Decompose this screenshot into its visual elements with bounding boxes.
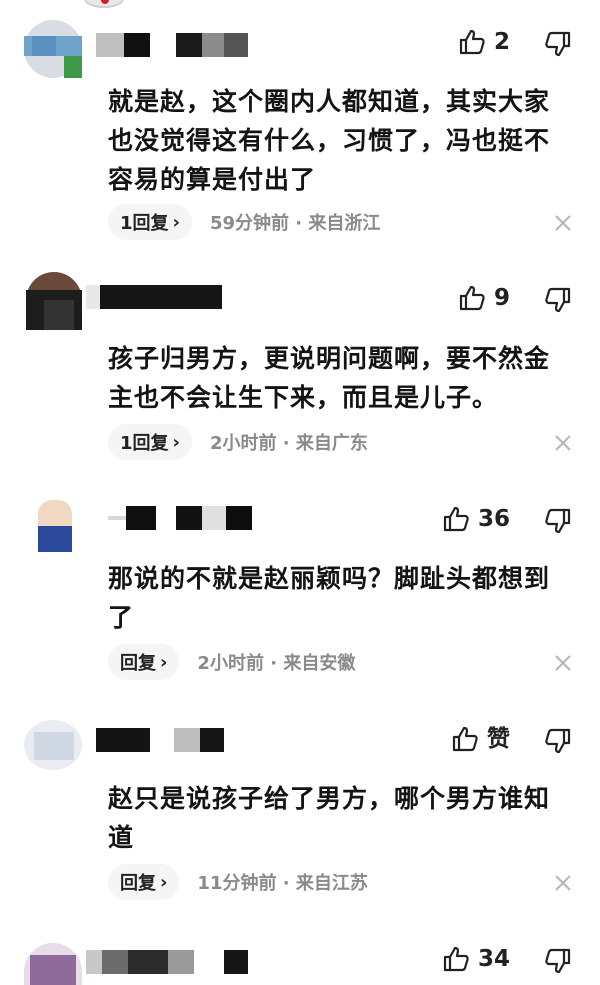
reply-label: 1回复 <box>120 213 169 234</box>
like-count: 2 <box>493 28 510 55</box>
like-button[interactable]: 2 <box>458 28 510 56</box>
avatar[interactable] <box>24 20 82 78</box>
like-count: 34 <box>477 945 510 972</box>
username-blurred[interactable] <box>86 950 248 974</box>
comment-meta: 1回复 › 2小时前 · 来自广东 <box>108 424 368 460</box>
reply-button[interactable]: 回复 › <box>108 644 180 680</box>
avatar[interactable] <box>24 935 82 985</box>
top-avatar-fragment <box>84 0 124 8</box>
close-icon[interactable] <box>553 213 573 233</box>
like-count: 9 <box>493 284 510 311</box>
chevron-right-icon: › <box>172 431 180 453</box>
thumbs-up-icon <box>459 29 485 55</box>
username-blurred[interactable] <box>86 285 228 309</box>
comment-time-location: 11分钟前 · 来自江苏 <box>197 873 368 894</box>
like-count: 36 <box>477 505 510 532</box>
avatar[interactable] <box>24 272 82 330</box>
chevron-right-icon: › <box>172 211 180 233</box>
comment-meta: 回复 › 2小时前 · 来自安徽 <box>108 644 355 680</box>
thumbs-up-icon <box>443 506 469 532</box>
dislike-button[interactable] <box>544 947 572 975</box>
comment-time-location: 59分钟前 · 来自浙江 <box>209 213 381 234</box>
comment-text: 孩子归男方，更说明问题啊，要不然金主也不会让生下来，而且是儿子。 <box>108 344 551 412</box>
like-count: 赞 <box>487 725 510 752</box>
avatar[interactable] <box>24 500 82 558</box>
thumbs-down-icon <box>545 287 571 313</box>
close-icon[interactable] <box>553 873 573 893</box>
thumbs-down-icon <box>545 728 571 754</box>
comment-text: 那说的不就是赵丽颖吗？脚趾头都想到了 <box>108 564 551 632</box>
username-blurred[interactable] <box>96 728 224 752</box>
comment-text: 赵只是说孩子给了男方，哪个男方谁知道 <box>108 784 551 852</box>
like-button[interactable]: 36 <box>442 505 510 533</box>
username-blurred[interactable] <box>108 506 252 530</box>
comment-meta: 回复 › 11分钟前 · 来自江苏 <box>108 864 368 900</box>
reply-label: 回复 <box>120 873 156 894</box>
comment-time-location: 2小时前 · 来自广东 <box>209 433 368 454</box>
like-button[interactable]: 34 <box>442 945 510 973</box>
reply-button[interactable]: 回复 › <box>108 864 180 900</box>
thumbs-down-icon <box>545 508 571 534</box>
thumbs-up-icon <box>443 946 469 972</box>
reply-label: 回复 <box>120 653 156 674</box>
chevron-right-icon: › <box>160 651 168 673</box>
chevron-right-icon: › <box>160 871 168 893</box>
comment-text: 就是赵，这个圈内人都知道，其实大家也没觉得这有什么，习惯了，冯也挺不容易的算是付… <box>108 87 551 194</box>
thumbs-down-icon <box>545 948 571 974</box>
dislike-button[interactable] <box>544 727 572 755</box>
close-icon[interactable] <box>553 653 573 673</box>
like-button[interactable]: 赞 <box>451 725 510 753</box>
thumbs-up-icon <box>452 726 478 752</box>
dislike-button[interactable] <box>544 507 572 535</box>
close-icon[interactable] <box>553 433 573 453</box>
reply-label: 1回复 <box>120 433 169 454</box>
like-button[interactable]: 9 <box>458 284 510 312</box>
dislike-button[interactable] <box>544 30 572 58</box>
comment-meta: 1回复 › 59分钟前 · 来自浙江 <box>108 204 380 240</box>
reply-button[interactable]: 1回复 › <box>108 204 192 240</box>
comment-time-location: 2小时前 · 来自安徽 <box>197 653 356 674</box>
thumbs-down-icon <box>545 31 571 57</box>
thumbs-up-icon <box>459 285 485 311</box>
avatar[interactable] <box>24 716 82 774</box>
username-blurred[interactable] <box>96 33 262 57</box>
reply-button[interactable]: 1回复 › <box>108 424 192 460</box>
dislike-button[interactable] <box>544 286 572 314</box>
